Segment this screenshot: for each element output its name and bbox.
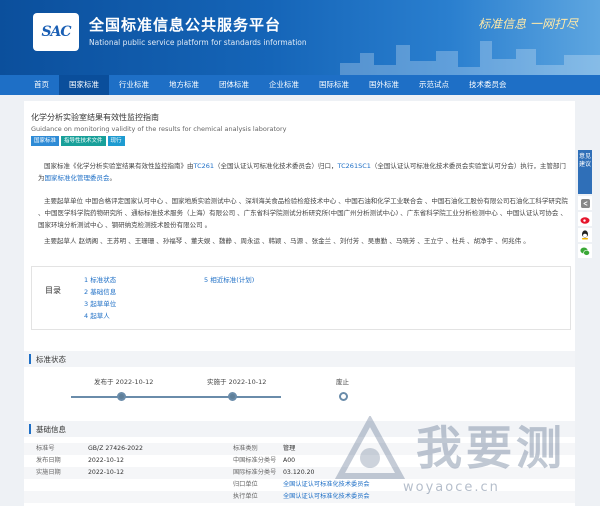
- timeline-dot-implemented: [228, 392, 237, 401]
- section-header-info: 基础信息: [24, 421, 575, 437]
- sac-authority-link[interactable]: 国家标准化管理委员会: [45, 174, 110, 182]
- skyline-decoration: [340, 41, 600, 75]
- timeline-abolished-label: 废止: [336, 378, 349, 386]
- info-value: 03.120.20: [283, 469, 315, 476]
- info-value: GB/Z 27426-2022: [88, 445, 143, 452]
- nav-enterprise-standards[interactable]: 企业标准: [259, 75, 309, 95]
- info-key: 发布日期: [36, 457, 61, 464]
- badge-status-current: 现行: [107, 136, 125, 146]
- table-of-contents: 目录 1 标准状态 2 基础信息 3 起草单位 4 起草人 5 相近标准(计划): [31, 266, 571, 330]
- toc-item-drafting-units[interactable]: 3 起草单位: [84, 298, 116, 310]
- timeline-dot-published: [117, 392, 126, 401]
- responsible-committee-link[interactable]: 全国认证认可标准化技术委员会: [283, 479, 370, 491]
- weibo-icon[interactable]: [578, 212, 592, 226]
- site-title: 全国标准信息公共服务平台: [89, 16, 282, 34]
- main-nav: 首页 国家标准 行业标准 地方标准 团体标准 企业标准 国际标准 国外标准 示范…: [0, 75, 600, 95]
- side-toolbar: 意见建议: [578, 150, 592, 258]
- nav-committees[interactable]: 技术委员会: [459, 75, 517, 95]
- table-row: 执行单位 全国认证认可标准化技术委员会: [24, 491, 575, 503]
- info-key: 归口单位: [233, 481, 258, 488]
- badge-national-standard: 国家标准: [31, 136, 60, 146]
- overview-paragraph: 国家标准《化学分析实验室结果有效性监控指南》由TC261（全国认证认可标准化技术…: [38, 160, 568, 184]
- overview-text-b: （全国认证认可标准化技术委员会）归口，: [214, 162, 338, 170]
- page-title: 化学分析实验室结果有效性监控指南: [31, 113, 159, 122]
- site-subtitle: National public service platform for sta…: [89, 38, 307, 47]
- toc-column-2: 5 相近标准(计划): [204, 274, 254, 286]
- feedback-button[interactable]: 意见建议: [578, 150, 592, 194]
- section-accent-bar: [29, 424, 31, 434]
- slogan: 标准信息 一网打尽: [478, 17, 578, 31]
- info-key: 标准号: [36, 445, 55, 452]
- badge-group: 国家标准 指导性技术文件 现行: [31, 136, 125, 146]
- info-key: 中国标准分类号: [233, 457, 277, 464]
- info-value: 2022-10-12: [88, 457, 124, 464]
- info-value: A00: [283, 457, 296, 464]
- overview-text-d: 。: [109, 174, 117, 182]
- toc-item-drafters[interactable]: 4 起草人: [84, 310, 116, 322]
- wechat-icon[interactable]: [578, 244, 592, 258]
- info-key: 实施日期: [36, 469, 61, 476]
- info-key: 执行单位: [233, 493, 258, 500]
- section-title-status: 标准状态: [36, 355, 66, 364]
- section-title-info: 基础信息: [36, 425, 66, 434]
- table-row: 标准号 GB/Z 27426-2022 标准类别 管理: [24, 443, 575, 455]
- share-icon[interactable]: [578, 196, 592, 210]
- table-row: 发布日期 2022-10-12 中国标准分类号 A00: [24, 455, 575, 467]
- nav-industry-standards[interactable]: 行业标准: [109, 75, 159, 95]
- nav-national-standards[interactable]: 国家标准: [59, 75, 109, 95]
- tc261-link[interactable]: TC261: [194, 162, 215, 170]
- toc-item-basic-info[interactable]: 2 基础信息: [84, 286, 116, 298]
- sac-logo[interactable]: SAC: [33, 13, 79, 51]
- info-value: 2022-10-12: [88, 469, 124, 476]
- page-title-en: Guidance on monitoring validity of the r…: [31, 125, 287, 133]
- info-value: 管理: [283, 445, 296, 452]
- nav-international-standards[interactable]: 国际标准: [309, 75, 359, 95]
- overview-text-a: 国家标准《化学分析实验室结果有效性监控指南》由: [44, 162, 194, 170]
- toc-item-similar-standards[interactable]: 5 相近标准(计划): [204, 274, 254, 286]
- info-key: 标准类别: [233, 445, 258, 452]
- timeline-track: [71, 396, 281, 398]
- timeline-published-label: 发布于 2022-10-12: [94, 378, 154, 386]
- toc-item-status[interactable]: 1 标准状态: [84, 274, 116, 286]
- toc-column-1: 1 标准状态 2 基础信息 3 起草单位 4 起草人: [84, 274, 116, 322]
- qq-icon[interactable]: [578, 228, 592, 242]
- nav-group-standards[interactable]: 团体标准: [209, 75, 259, 95]
- table-row: 实施日期 2022-10-12 国际标准分类号 03.120.20: [24, 467, 575, 479]
- nav-local-standards[interactable]: 地方标准: [159, 75, 209, 95]
- section-header-status: 标准状态: [24, 351, 575, 367]
- nav-pilot[interactable]: 示范试点: [409, 75, 459, 95]
- drafting-units-paragraph: 主要起草单位 中国合格评定国家认可中心 、国家地质实验测试中心 、深圳海关食品检…: [38, 197, 568, 229]
- executing-committee-link[interactable]: 全国认证认可标准化技术委员会: [283, 491, 370, 503]
- timeline-implemented-label: 实施于 2022-10-12: [207, 378, 267, 386]
- section-accent-bar: [29, 354, 31, 364]
- timeline-dot-abolished: [339, 392, 348, 401]
- standard-detail-card: 化学分析实验室结果有效性监控指南 Guidance on monitoring …: [24, 101, 575, 506]
- table-row: 归口单位 全国认证认可标准化技术委员会: [24, 479, 575, 491]
- drafters-paragraph: 主要起草人 赵炳阁 、王苏明 、王珊珊 、孙福琴 、董夫娱 、魏静 、周永运 、…: [44, 237, 530, 245]
- toc-label: 目录: [45, 286, 61, 295]
- site-header: SAC 全国标准信息公共服务平台 National public service…: [0, 0, 600, 75]
- tc261sc1-link[interactable]: TC261SC1: [338, 162, 371, 170]
- badge-guidance-doc: 指导性技术文件: [61, 136, 106, 146]
- nav-foreign-standards[interactable]: 国外标准: [359, 75, 409, 95]
- info-key: 国际标准分类号: [233, 469, 277, 476]
- nav-home[interactable]: 首页: [24, 75, 59, 95]
